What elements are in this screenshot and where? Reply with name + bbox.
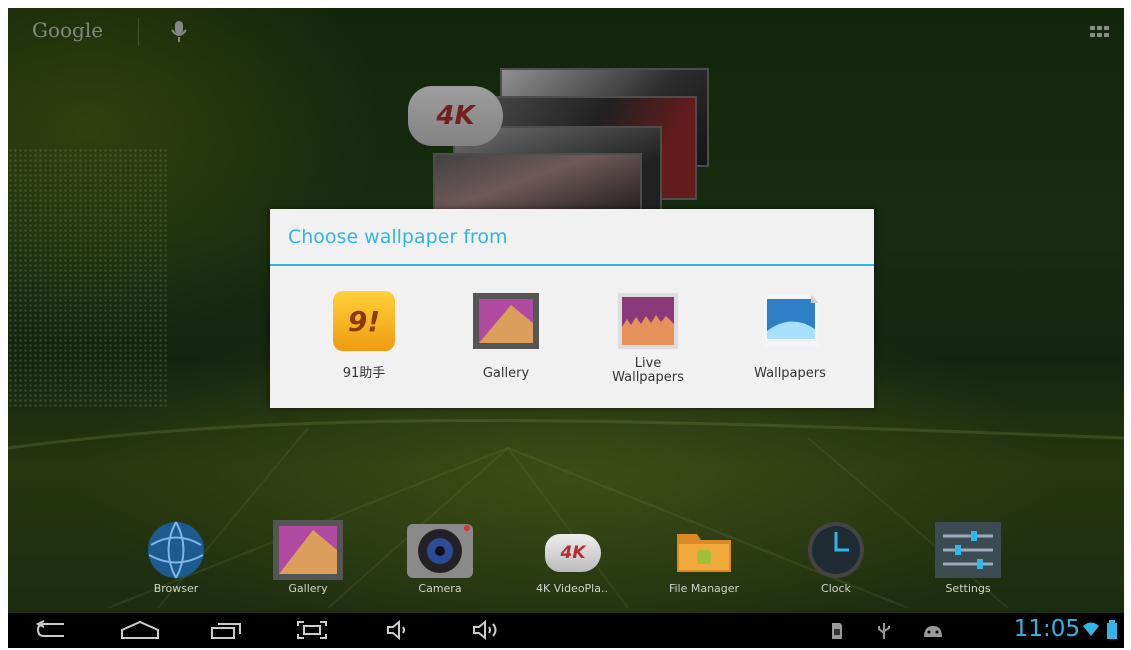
dock-settings[interactable]: Settings	[913, 520, 1023, 595]
dock-camera[interactable]: Camera	[385, 520, 495, 595]
4k-icon: 4K	[537, 520, 607, 580]
option-label-line2: Wallpapers	[612, 370, 684, 385]
dialog-divider	[270, 264, 874, 266]
option-label: Gallery	[482, 366, 530, 381]
usb-icon	[876, 621, 892, 645]
dock-label: Browser	[153, 582, 199, 595]
gallery-icon	[473, 291, 539, 353]
status-time[interactable]: 11:05	[1014, 616, 1080, 642]
recent-apps-icon[interactable]	[210, 620, 244, 644]
option-label: 91助手	[342, 366, 386, 381]
dock-browser[interactable]: Browser	[121, 520, 231, 595]
gallery-icon	[273, 520, 343, 580]
4k-badge: 4K	[545, 534, 601, 572]
settings-icon	[933, 520, 1003, 580]
volume-up-icon[interactable]	[472, 619, 502, 644]
dock-label: Gallery	[288, 582, 328, 595]
dock-clock[interactable]: Clock	[781, 520, 891, 595]
volume-down-icon[interactable]	[386, 619, 410, 644]
wallpaper-chooser-dialog: Choose wallpaper from 9! 91助手 Gallery Li…	[270, 209, 874, 408]
battery-icon	[1106, 620, 1118, 644]
dot-pattern	[8, 148, 168, 408]
microphone-icon[interactable]	[170, 20, 188, 48]
dock-label: Camera	[418, 582, 462, 595]
android-debug-icon	[922, 623, 944, 643]
divider	[138, 18, 139, 46]
folder-icon	[669, 520, 739, 580]
camera-icon	[405, 520, 475, 580]
4k-video-widget[interactable]: 4K	[408, 68, 728, 230]
option-gallery[interactable]: Gallery	[435, 291, 577, 381]
live-wallpapers-icon	[615, 291, 681, 353]
91-assistant-icon: 9!	[331, 291, 397, 353]
dock-4k-videoplayer[interactable]: 4K 4K VideoPla..	[517, 520, 627, 595]
wallpapers-icon	[757, 291, 823, 353]
globe-icon	[141, 520, 211, 580]
google-search-label[interactable]: Google	[32, 18, 103, 42]
clock-icon	[801, 520, 871, 580]
all-apps-icon[interactable]	[1090, 26, 1110, 38]
home-icon[interactable]	[120, 620, 160, 644]
dock-file-manager[interactable]: File Manager	[649, 520, 759, 595]
home-screen: Google 4K Browser Gallery Camera 4K 4K V…	[8, 8, 1124, 648]
dock-label: Settings	[945, 582, 991, 595]
screenshot-icon[interactable]	[296, 620, 328, 644]
4k-badge: 4K	[408, 86, 503, 146]
back-icon[interactable]	[35, 620, 68, 644]
option-live-wallpapers[interactable]: Live Wallpapers	[577, 291, 719, 385]
dock-label: Clock	[821, 582, 851, 595]
option-label-line1: Live	[634, 356, 662, 371]
wifi-icon	[1082, 622, 1100, 642]
option-91-assistant[interactable]: 9! 91助手	[293, 291, 435, 381]
option-wallpapers[interactable]: Wallpapers	[719, 291, 861, 381]
sd-card-icon	[830, 621, 844, 645]
option-label: Wallpapers	[754, 366, 826, 381]
navigation-bar: 11:05	[8, 613, 1124, 648]
dock-label: 4K VideoPla..	[536, 582, 608, 595]
dialog-title: Choose wallpaper from	[288, 226, 508, 248]
dock-gallery[interactable]: Gallery	[253, 520, 363, 595]
dock-label: File Manager	[668, 582, 740, 595]
